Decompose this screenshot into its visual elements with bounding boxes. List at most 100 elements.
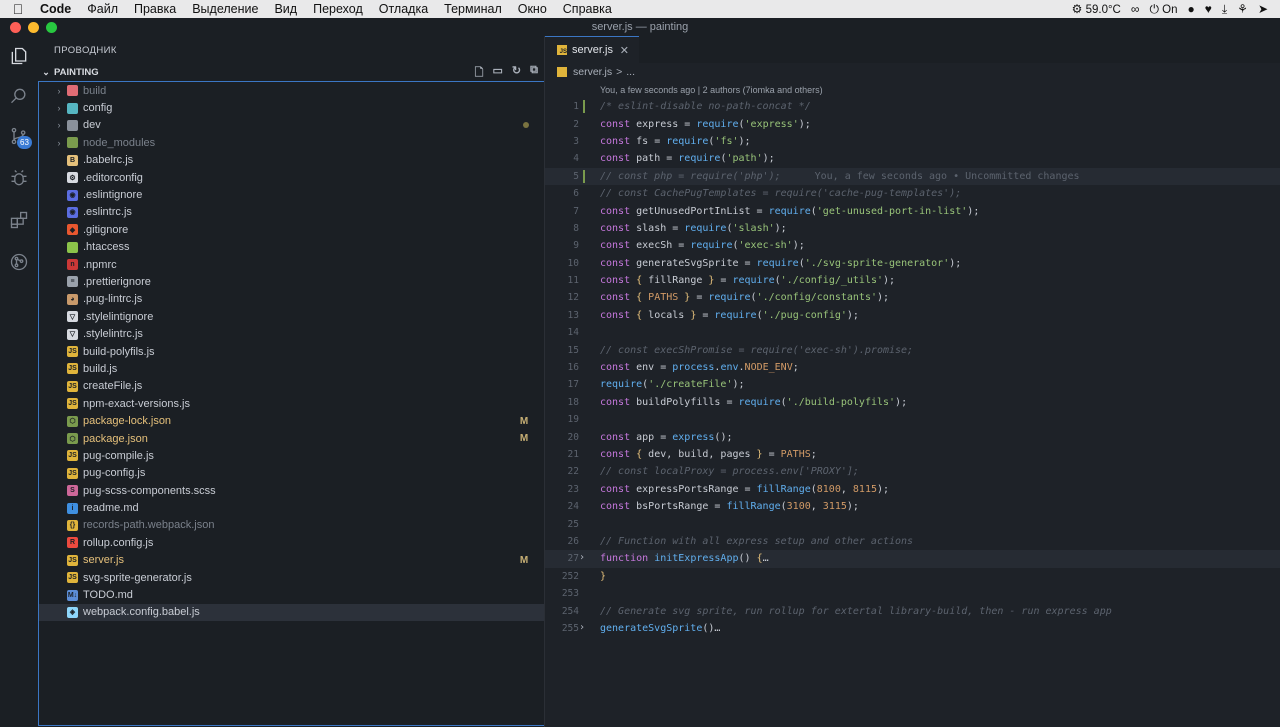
apple-menu-icon[interactable]: 	[0, 1, 36, 17]
vpn-status[interactable]: ⏻ On	[1149, 2, 1177, 17]
code-line[interactable]: 253	[545, 585, 1280, 602]
search-icon[interactable]	[0, 78, 38, 114]
code-line[interactable]: 254 // Generate svg sprite, run rollup fo…	[545, 602, 1280, 619]
tree-file[interactable]: ▽ .stylelintignore	[39, 308, 544, 325]
tree-file[interactable]: JS build-polyfils.js	[39, 343, 544, 360]
tree-file[interactable]: ≡ .prettierignore	[39, 273, 544, 290]
minimize-window-button[interactable]	[28, 21, 39, 33]
code-line[interactable]: 26 // Function with all express setup and…	[545, 533, 1280, 550]
code-line[interactable]: 8 const slash = require('slash');	[545, 220, 1280, 237]
tree-file[interactable]: JS server.js M	[39, 552, 544, 569]
code-line[interactable]: 14	[545, 324, 1280, 341]
extensions-icon[interactable]	[0, 202, 38, 238]
code-line[interactable]: 255 › generateSvgSprite()…	[545, 620, 1280, 637]
code-line[interactable]: 11 const { fillRange } = require('./confi…	[545, 272, 1280, 289]
debug-icon[interactable]	[0, 160, 38, 196]
breadcrumb-file[interactable]: server.js	[573, 66, 612, 78]
notification-icon[interactable]: ●	[1187, 2, 1194, 16]
tree-file[interactable]: JS npm-exact-versions.js	[39, 395, 544, 412]
tree-file[interactable]: JS pug-compile.js	[39, 447, 544, 464]
code-line[interactable]: 4 const path = require('path');	[545, 150, 1280, 167]
code-line[interactable]: 9 const execSh = require('exec-sh');	[545, 237, 1280, 254]
tree-file[interactable]: ⬡ package.json M	[39, 430, 544, 447]
code-line[interactable]: 12 const { PATHS } = require('./config/co…	[545, 289, 1280, 306]
js-icon: JS	[67, 554, 78, 566]
tree-folder[interactable]: › config	[39, 99, 544, 116]
code-line[interactable]: 252}	[545, 568, 1280, 585]
fold-chevron-icon[interactable]: ›	[579, 622, 585, 633]
code-line[interactable]: 25	[545, 515, 1280, 532]
code-line[interactable]: 21 const { dev, build, pages } = PATHS;	[545, 446, 1280, 463]
menu-go[interactable]: Переход	[305, 2, 371, 16]
code-line[interactable]: 13 const { locals } = require('./pug-conf…	[545, 307, 1280, 324]
menu-window[interactable]: Окно	[510, 2, 555, 16]
tree-file[interactable]: ◉ .eslintrc.js	[39, 204, 544, 221]
code-line[interactable]: 6 // const CachePugTemplates = require('c…	[545, 185, 1280, 202]
tree-file[interactable]: JS pug-config.js	[39, 465, 544, 482]
tree-file[interactable]: JS svg-sprite-generator.js	[39, 569, 544, 586]
tree-file[interactable]: {} records-path.webpack.json	[39, 517, 544, 534]
tree-file[interactable]: ◕ .pug-lintrc.js	[39, 291, 544, 308]
close-window-button[interactable]	[10, 21, 21, 33]
menu-selection[interactable]: Выделение	[184, 2, 266, 16]
network-icon[interactable]: ⚘	[1237, 2, 1248, 16]
tree-file[interactable]: i readme.md	[39, 499, 544, 516]
code-line[interactable]: 3 const fs = require('fs');	[545, 133, 1280, 150]
workspace-folder-header[interactable]: ⌄ PAINTING 🗋 ▭ ↻ ⧉	[38, 64, 544, 80]
code-line[interactable]: 20 const app = express();	[545, 428, 1280, 445]
download-icon[interactable]: ⤓	[1222, 2, 1227, 17]
telegram-icon[interactable]: ➤	[1258, 2, 1268, 16]
tree-file[interactable]: JS createFile.js	[39, 378, 544, 395]
heart-icon[interactable]: ♥	[1205, 2, 1212, 16]
code-line[interactable]: 16 const env = process.env.NODE_ENV;	[545, 359, 1280, 376]
tab-server-js[interactable]: JS server.js ✕	[545, 36, 639, 63]
menu-debug[interactable]: Отладка	[371, 2, 436, 16]
menu-help[interactable]: Справка	[555, 2, 620, 16]
tree-file[interactable]: ◈ webpack.config.babel.js	[39, 603, 544, 622]
tree-file[interactable]: .htaccess	[39, 239, 544, 256]
menu-view[interactable]: Вид	[266, 2, 305, 16]
code-line[interactable]: 19	[545, 411, 1280, 428]
tree-file[interactable]: M↓ TODO.md	[39, 586, 544, 603]
tree-folder[interactable]: › dev	[39, 117, 544, 134]
code-line[interactable]: 15 // const execShPromise = require('exec…	[545, 341, 1280, 358]
git-graph-icon[interactable]	[0, 244, 38, 280]
codelens-blame[interactable]: You, a few seconds ago | 2 authors (7iom…	[600, 85, 823, 95]
tree-file[interactable]: ▽ .stylelintrc.js	[39, 325, 544, 342]
source-control-icon[interactable]	[0, 118, 38, 154]
code-line[interactable]: 27 › function initExpressApp() {…	[545, 550, 1280, 568]
infinity-icon[interactable]: ∞	[1131, 2, 1140, 16]
breadcrumb-symbol[interactable]: ...	[626, 66, 635, 78]
explorer-icon[interactable]	[0, 38, 38, 74]
code-line[interactable]: 10 const generateSvgSprite = require('./s…	[545, 255, 1280, 272]
temperature-status[interactable]: ⚙ 59.0°C	[1072, 2, 1121, 16]
tree-file[interactable]: B .babelrc.js	[39, 152, 544, 169]
fold-chevron-icon[interactable]: ›	[579, 552, 585, 563]
tree-file[interactable]: Rrollup.config.js	[39, 534, 544, 551]
code-line[interactable]: 5 // const php = require('php'); You, a fe…	[545, 167, 1280, 185]
menu-edit[interactable]: Правка	[126, 2, 184, 16]
tree-file[interactable]: ◆ .gitignore	[39, 221, 544, 238]
code-line[interactable]: 23 const expressPortsRange = fillRange(81…	[545, 481, 1280, 498]
tree-folder[interactable]: › node_modules	[39, 134, 544, 151]
tree-file[interactable]: n .npmrc	[39, 256, 544, 273]
code-lines[interactable]: 1 /* eslint-disable no-path-concat */ 2 con…	[545, 98, 1280, 637]
close-tab-icon[interactable]: ✕	[620, 44, 629, 57]
code-line[interactable]: 18 const buildPolyfills = require('./buil…	[545, 394, 1280, 411]
code-line[interactable]: 22 // const localProxy = process.env['PRO…	[545, 463, 1280, 480]
code-line[interactable]: 17 require('./createFile');	[545, 376, 1280, 393]
code-line[interactable]: 7 const getUnusedPortInList = require('ge…	[545, 202, 1280, 219]
tree-file[interactable]: ⚙ .editorconfig	[39, 169, 544, 186]
tree-file[interactable]: ⬡ package-lock.json M	[39, 412, 544, 429]
tree-file[interactable]: Spug-scss-components.scss	[39, 482, 544, 499]
menu-app-name[interactable]: Code	[36, 2, 79, 16]
menu-terminal[interactable]: Терминал	[436, 2, 510, 16]
tree-file[interactable]: JS build.js	[39, 360, 544, 377]
zoom-window-button[interactable]	[46, 21, 57, 33]
code-line[interactable]: 2 const express = require('express');	[545, 115, 1280, 132]
code-line[interactable]: 1 /* eslint-disable no-path-concat */	[545, 98, 1280, 115]
tree-file[interactable]: ◉ .eslintignore	[39, 186, 544, 203]
menu-file[interactable]: Файл	[79, 2, 126, 16]
tree-folder[interactable]: › build	[39, 82, 544, 99]
code-line[interactable]: 24 const bsPortsRange = fillRange(3100, 3…	[545, 498, 1280, 515]
